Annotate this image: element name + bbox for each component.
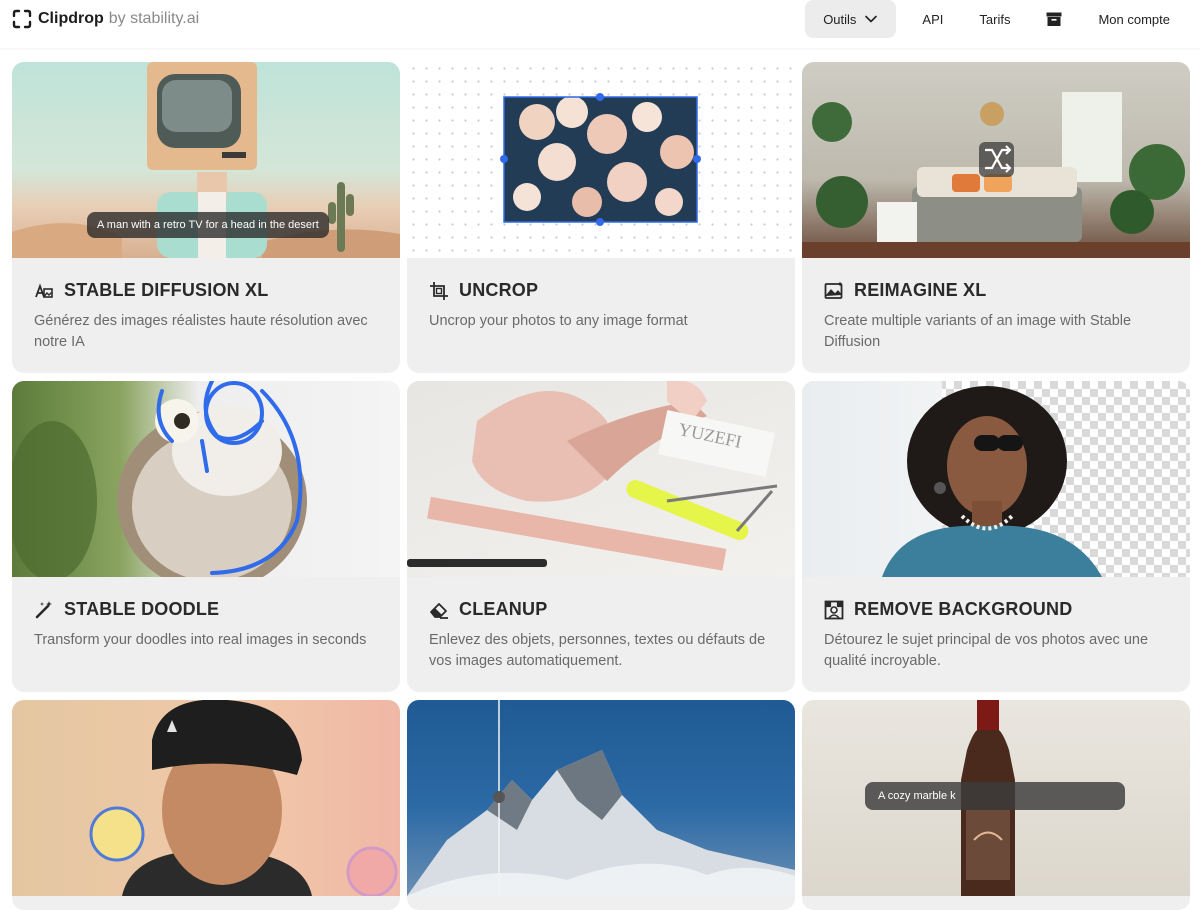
nav-api-link[interactable]: API xyxy=(904,0,961,38)
prompt-input-preview: A cozy marble k xyxy=(865,782,1125,810)
tool-card-stable-diffusion-xl[interactable]: A man with a retro TV for a head in the … xyxy=(12,62,400,373)
card-description: Générez des images réalistes haute résol… xyxy=(34,313,368,350)
tool-card-uncrop[interactable]: UNCROP Uncrop your photos to any image f… xyxy=(407,62,795,373)
tool-card-remove-background[interactable]: REMOVE BACKGROUND Détourez le sujet prin… xyxy=(802,381,1190,692)
text-to-image-icon xyxy=(35,282,53,298)
card-title: CLEANUP xyxy=(459,599,548,619)
nav-pricing-label: Tarifs xyxy=(979,11,1011,27)
tool-card-partial-mountains[interactable] xyxy=(407,700,795,910)
remove-background-preview-image xyxy=(802,381,1190,577)
tool-card-reimagine-xl[interactable]: REIMAGINE XL Create multiple variants of… xyxy=(802,62,1190,373)
product-preview-image: A cozy marble k xyxy=(802,700,1190,896)
tool-card-cleanup[interactable]: YUZEFI CLEANUP Enlevez des objets, perso… xyxy=(407,381,795,692)
magic-wand-icon xyxy=(35,600,52,618)
tool-card-partial-portrait[interactable] xyxy=(12,700,400,910)
cleanup-preview-image: YUZEFI xyxy=(407,381,795,577)
card-description: Transform your doodles into real images … xyxy=(34,632,367,648)
prompt-caption: A man with a retro TV for a head in the … xyxy=(87,212,329,238)
nav-archive-button[interactable] xyxy=(1028,0,1080,38)
tools-grid: A man with a retro TV for a head in the … xyxy=(12,62,1190,910)
mountain-preview-image xyxy=(407,700,795,896)
clipdrop-logo[interactable]: Clipdrop by stability.ai xyxy=(12,9,199,29)
card-title: REIMAGINE XL xyxy=(854,280,987,300)
card-title: REMOVE BACKGROUND xyxy=(854,599,1073,619)
stable-doodle-preview-image xyxy=(12,381,400,577)
tool-card-stable-doodle[interactable]: STABLE DOODLE Transform your doodles int… xyxy=(12,381,400,692)
card-title: STABLE DOODLE xyxy=(64,599,220,619)
nav-tools-dropdown[interactable]: Outils xyxy=(805,0,897,38)
card-description: Enlevez des objets, personnes, textes ou… xyxy=(429,632,766,669)
card-title: STABLE DIFFUSION XL xyxy=(64,280,269,300)
brand-suffix: by stability.ai xyxy=(108,10,200,27)
crop-icon xyxy=(430,281,448,300)
stable-diffusion-preview-image: A man with a retro TV for a head in the … xyxy=(12,62,400,258)
portrait-preview-image xyxy=(12,700,400,896)
reimagine-preview-image xyxy=(802,62,1190,258)
nav-pricing-link[interactable]: Tarifs xyxy=(961,0,1028,38)
uncrop-preview-image xyxy=(407,62,795,258)
remove-background-icon xyxy=(824,600,844,619)
card-description: Create multiple variants of an image wit… xyxy=(824,313,1132,350)
tool-card-partial-product[interactable]: A cozy marble k xyxy=(802,700,1190,910)
eraser-icon xyxy=(430,602,448,619)
nav-account-label: Mon compte xyxy=(1098,11,1170,27)
nav-api-label: API xyxy=(922,11,944,27)
chevron-down-icon xyxy=(865,15,878,23)
main-nav: Outils API Tarifs Mon compte xyxy=(805,0,1188,38)
top-header: Clipdrop by stability.ai Outils API Tari… xyxy=(0,0,1200,48)
nav-tools-label: Outils xyxy=(823,11,857,27)
nav-account-link[interactable]: Mon compte xyxy=(1080,0,1188,38)
card-description: Uncrop your photos to any image format xyxy=(429,313,688,329)
brand-name: Clipdrop xyxy=(38,10,104,27)
image-variant-icon xyxy=(824,281,843,299)
archive-icon xyxy=(1046,12,1062,26)
card-title: UNCROP xyxy=(459,280,539,300)
card-description: Détourez le sujet principal de vos photo… xyxy=(824,632,1149,669)
clipdrop-logo-icon xyxy=(12,9,32,29)
